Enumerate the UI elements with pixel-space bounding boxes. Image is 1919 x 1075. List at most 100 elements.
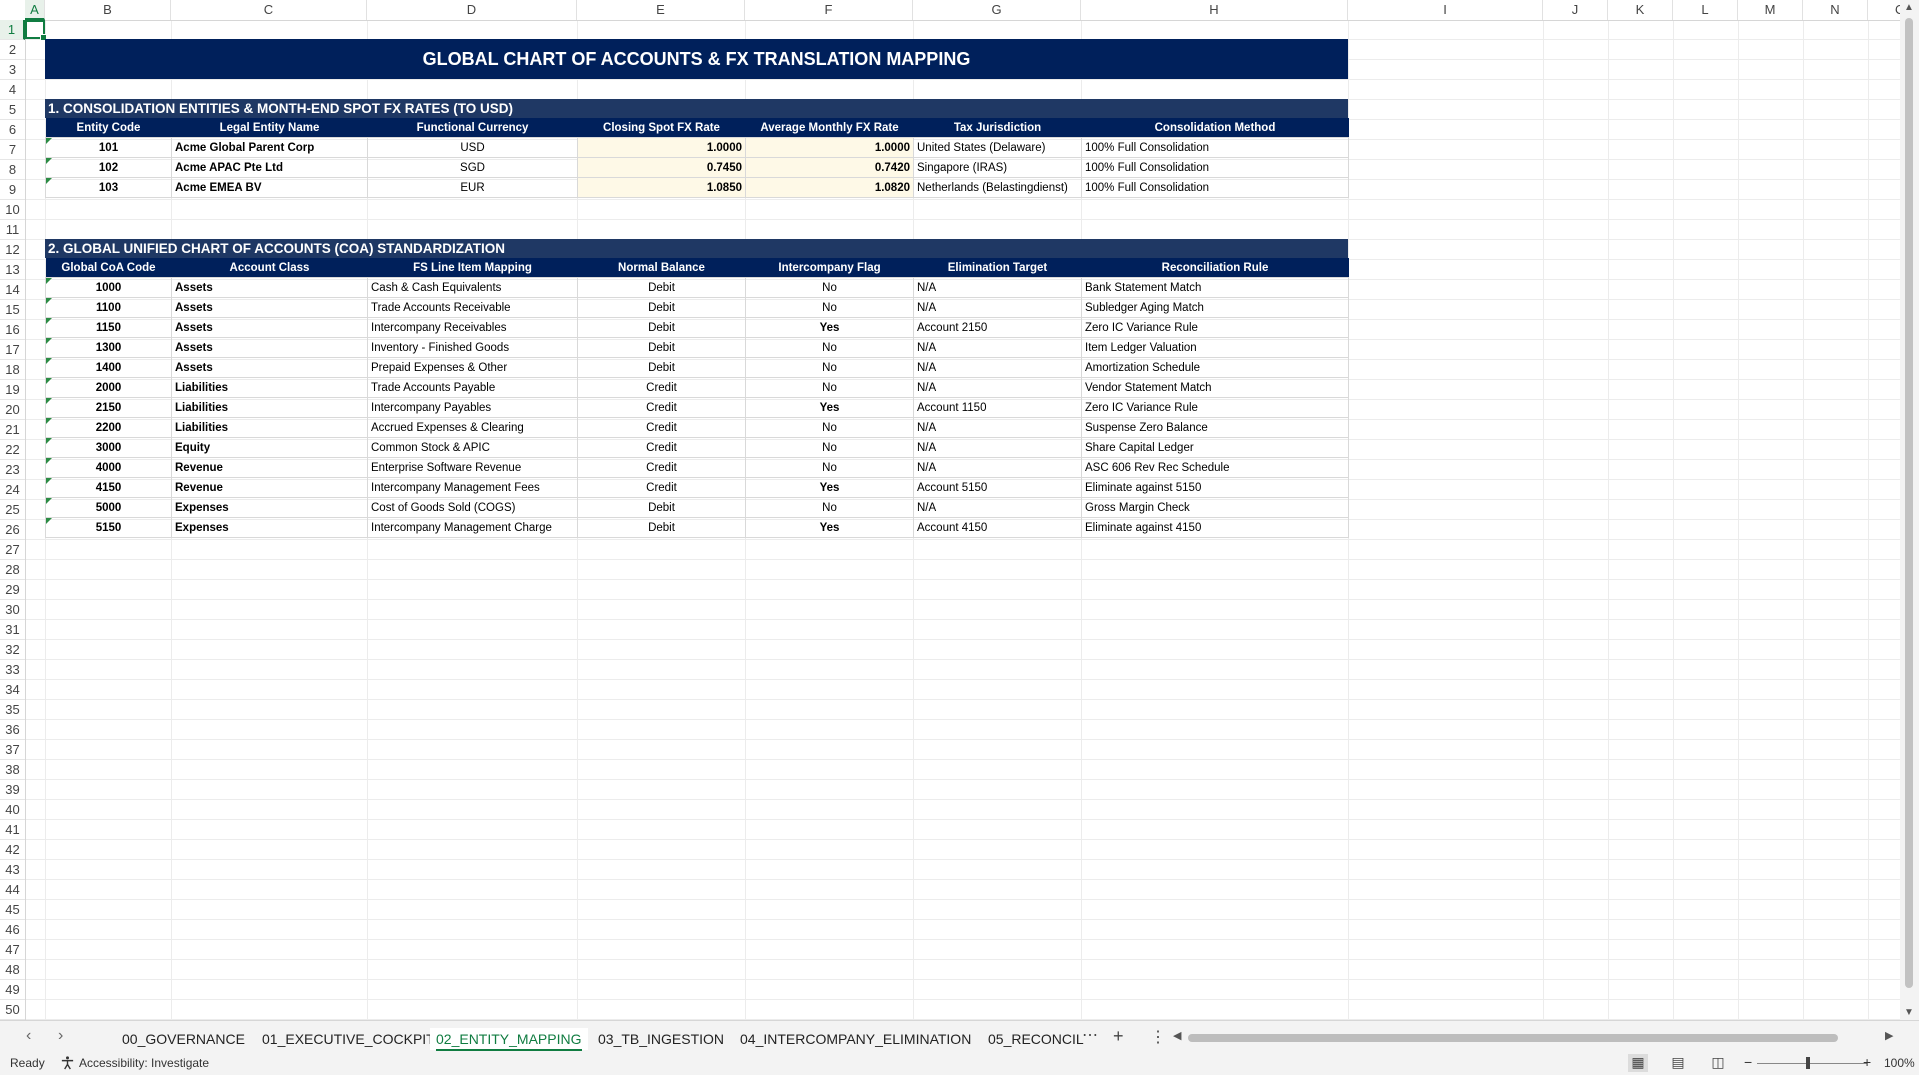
table-cell[interactable]: N/A: [913, 337, 1082, 358]
table-cell[interactable]: 0.7420: [745, 157, 914, 178]
table-cell[interactable]: 1300: [45, 337, 172, 358]
table-cell[interactable]: Cost of Goods Sold (COGS): [367, 497, 578, 518]
table-cell[interactable]: Item Ledger Valuation: [1081, 337, 1349, 358]
plus-icon[interactable]: +: [1113, 1026, 1124, 1047]
table-cell[interactable]: 1.0000: [745, 137, 914, 158]
row-header[interactable]: 26: [0, 520, 25, 540]
table-cell[interactable]: Credit: [577, 437, 746, 458]
table-cell[interactable]: Credit: [577, 417, 746, 438]
column-header[interactable]: M: [1738, 0, 1803, 20]
row-header[interactable]: 47: [0, 940, 25, 960]
row-header[interactable]: 22: [0, 440, 25, 460]
table-cell[interactable]: Acme Global Parent Corp: [171, 137, 368, 158]
table-cell[interactable]: Eliminate against 4150: [1081, 517, 1349, 538]
scroll-right-icon[interactable]: ▶: [1885, 1029, 1893, 1042]
table-cell[interactable]: Netherlands (Belastingdienst): [913, 177, 1082, 198]
sheet-tab[interactable]: 05_RECONCIL: [982, 1028, 1090, 1050]
table-cell[interactable]: 1.0850: [577, 177, 746, 198]
row-header[interactable]: 14: [0, 280, 25, 300]
table-cell[interactable]: No: [745, 297, 914, 318]
column-header[interactable]: J: [1543, 0, 1608, 20]
table-cell[interactable]: 101: [45, 137, 172, 158]
zoom-level[interactable]: 100%: [1884, 1056, 1915, 1070]
table-cell[interactable]: EUR: [367, 177, 578, 198]
table-cell[interactable]: SGD: [367, 157, 578, 178]
row-header[interactable]: 16: [0, 320, 25, 340]
selected-cell-a1[interactable]: [25, 20, 47, 41]
table-cell[interactable]: 1100: [45, 297, 172, 318]
table-cell[interactable]: 2000: [45, 377, 172, 398]
table-cell[interactable]: Assets: [171, 317, 368, 338]
table-cell[interactable]: Assets: [171, 357, 368, 378]
table-cell[interactable]: 102: [45, 157, 172, 178]
table-cell[interactable]: Yes: [745, 477, 914, 498]
table-cell[interactable]: N/A: [913, 497, 1082, 518]
sheet-tab[interactable]: 01_EXECUTIVE_COCKPIT: [256, 1028, 441, 1050]
table-cell[interactable]: 100% Full Consolidation: [1081, 157, 1349, 178]
row-header[interactable]: 21: [0, 420, 25, 440]
row-header[interactable]: 2: [0, 40, 25, 60]
vertical-scrollbar[interactable]: ▲ ▼: [1900, 0, 1919, 1020]
table-cell[interactable]: N/A: [913, 377, 1082, 398]
row-header[interactable]: 29: [0, 580, 25, 600]
table-cell[interactable]: N/A: [913, 437, 1082, 458]
column-header[interactable]: I: [1348, 0, 1543, 20]
column-header[interactable]: H: [1081, 0, 1348, 20]
table-cell[interactable]: Debit: [577, 517, 746, 538]
chevron-right-icon[interactable]: ›: [58, 1027, 63, 1045]
table-cell[interactable]: Assets: [171, 337, 368, 358]
table-cell[interactable]: Revenue: [171, 457, 368, 478]
table-cell[interactable]: 5150: [45, 517, 172, 538]
row-header[interactable]: 50: [0, 1000, 25, 1020]
table-cell[interactable]: 1.0000: [577, 137, 746, 158]
table-cell[interactable]: Intercompany Receivables: [367, 317, 578, 338]
sheet-tab[interactable]: 02_ENTITY_MAPPING: [430, 1028, 588, 1051]
table-cell[interactable]: No: [745, 277, 914, 298]
table-cell[interactable]: 2150: [45, 397, 172, 418]
table-cell[interactable]: Liabilities: [171, 377, 368, 398]
table-cell[interactable]: Subledger Aging Match: [1081, 297, 1349, 318]
table-cell[interactable]: Expenses: [171, 517, 368, 538]
row-header[interactable]: 25: [0, 500, 25, 520]
horizontal-scrollbar[interactable]: ◀ ▶: [1173, 1029, 1898, 1043]
row-header[interactable]: 32: [0, 640, 25, 660]
page-layout-icon[interactable]: ▤: [1668, 1054, 1688, 1072]
row-header[interactable]: 11: [0, 220, 25, 240]
row-header[interactable]: 6: [0, 120, 25, 140]
spreadsheet-grid[interactable]: ABCDEFGHIJKLMNO 123456789101112131415161…: [0, 0, 1900, 1020]
table-cell[interactable]: Share Capital Ledger: [1081, 437, 1349, 458]
table-cell[interactable]: No: [745, 457, 914, 478]
page-break-icon[interactable]: ◫: [1708, 1054, 1728, 1072]
table-cell[interactable]: Debit: [577, 277, 746, 298]
table-cell[interactable]: Expenses: [171, 497, 368, 518]
table-cell[interactable]: USD: [367, 137, 578, 158]
column-header[interactable]: F: [745, 0, 913, 20]
table-cell[interactable]: Debit: [577, 357, 746, 378]
table-cell[interactable]: Yes: [745, 397, 914, 418]
zoom-slider-knob[interactable]: [1806, 1057, 1810, 1069]
table-cell[interactable]: Liabilities: [171, 397, 368, 418]
table-cell[interactable]: Yes: [745, 517, 914, 538]
table-cell[interactable]: 1.0820: [745, 177, 914, 198]
table-cell[interactable]: Debit: [577, 317, 746, 338]
table-cell[interactable]: No: [745, 357, 914, 378]
row-header[interactable]: 13: [0, 260, 25, 280]
column-header[interactable]: K: [1608, 0, 1673, 20]
table-cell[interactable]: Assets: [171, 297, 368, 318]
table-cell[interactable]: 1150: [45, 317, 172, 338]
chevron-left-icon[interactable]: ‹: [26, 1027, 31, 1045]
row-header[interactable]: 1: [0, 20, 25, 40]
row-header[interactable]: 33: [0, 660, 25, 680]
column-header[interactable]: G: [913, 0, 1081, 20]
scroll-left-icon[interactable]: ◀: [1173, 1029, 1181, 1042]
table-cell[interactable]: Acme EMEA BV: [171, 177, 368, 198]
row-header[interactable]: 49: [0, 980, 25, 1000]
table-cell[interactable]: ASC 606 Rev Rec Schedule: [1081, 457, 1349, 478]
table-cell[interactable]: Common Stock & APIC: [367, 437, 578, 458]
row-header[interactable]: 35: [0, 700, 25, 720]
table-cell[interactable]: 1000: [45, 277, 172, 298]
table-cell[interactable]: 100% Full Consolidation: [1081, 177, 1349, 198]
table-cell[interactable]: Assets: [171, 277, 368, 298]
scroll-up-icon[interactable]: ▲: [1904, 2, 1914, 13]
table-cell[interactable]: Debit: [577, 297, 746, 318]
